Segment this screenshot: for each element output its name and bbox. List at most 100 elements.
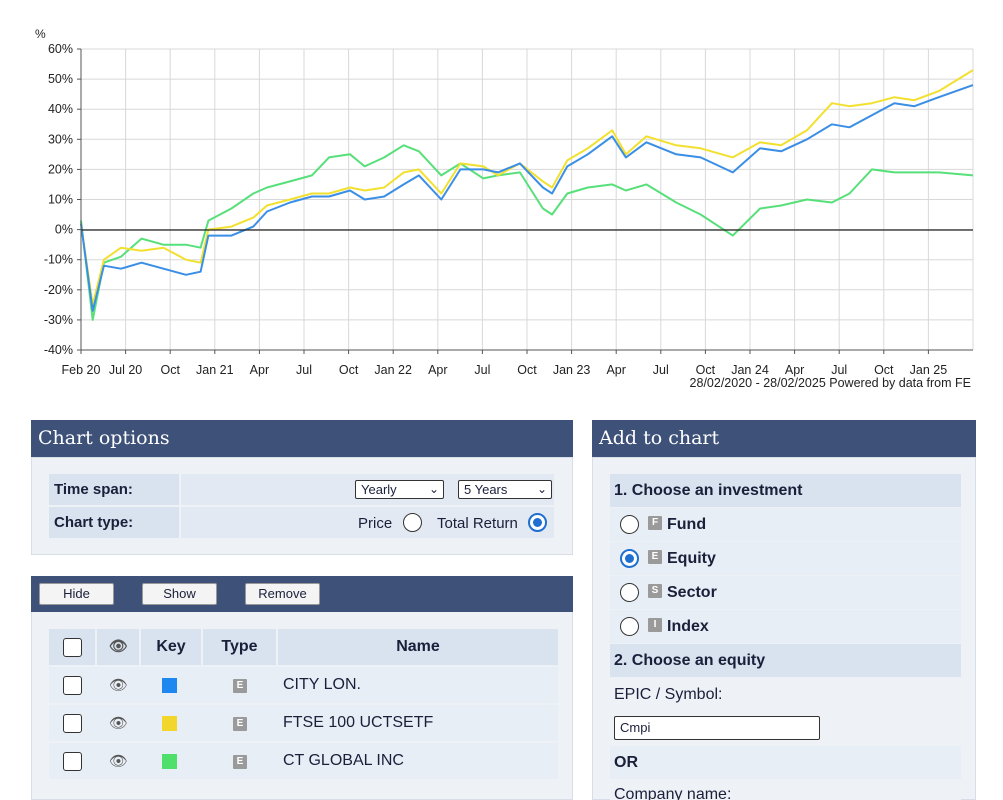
y-tick-label: 50% (48, 72, 73, 86)
index-type-badge: I (648, 618, 662, 632)
key-swatch (162, 754, 177, 769)
header-type: Type (203, 629, 276, 665)
table-row: 👁 E FTSE 100 UCTSETF (49, 705, 558, 741)
investment-option-index[interactable]: I Index (610, 610, 961, 643)
eye-icon[interactable]: 👁 (109, 676, 128, 694)
add-to-chart-panel: 1. Choose an investment F Fund E Equity … (592, 457, 976, 800)
row-checkbox[interactable] (63, 752, 82, 771)
x-tick-label: Jul (296, 363, 312, 377)
span-select[interactable]: 5 Years ⌄ (458, 480, 552, 499)
row-checkbox[interactable] (63, 714, 82, 733)
x-tick-label: Apr (428, 363, 447, 377)
chart-type-row: Chart type: Price Total Return (49, 507, 554, 538)
x-tick-label: Jul 20 (109, 363, 142, 377)
equity-type-badge: E (233, 755, 247, 769)
select-all-checkbox[interactable] (63, 638, 82, 657)
header-select-cell (49, 629, 95, 665)
equity-label: Equity (667, 550, 716, 567)
x-tick-label: Oct (696, 363, 716, 377)
hide-button[interactable]: Hide (39, 583, 114, 605)
symbol-input-value: Cmpi (620, 720, 651, 735)
y-tick-label: 0% (55, 223, 73, 237)
x-tick-label: Jul (831, 363, 847, 377)
equity-type-badge: E (648, 550, 662, 564)
step1-heading: 1. Choose an investment (610, 474, 961, 507)
chart-type-label: Chart type: (49, 507, 179, 538)
symbol-label: EPIC / Symbol: (614, 686, 723, 703)
symbol-input-row: Cmpi (610, 712, 961, 745)
equity-type-badge: E (233, 717, 247, 731)
time-span-label: Time span: (49, 474, 179, 505)
x-tick-label: Oct (874, 363, 894, 377)
x-tick-label: Jan 21 (196, 363, 234, 377)
or-row: OR (610, 746, 961, 779)
price-radio[interactable] (403, 513, 422, 532)
x-tick-label: Apr (606, 363, 625, 377)
x-tick-label: Apr (785, 363, 804, 377)
index-radio[interactable] (620, 617, 639, 636)
key-swatch (162, 678, 177, 693)
equity-radio[interactable] (620, 549, 639, 568)
y-tick-label: 60% (48, 42, 73, 56)
symbol-input[interactable]: Cmpi (614, 716, 820, 740)
x-tick-label: Apr (250, 363, 269, 377)
eye-icon[interactable]: 👁 (109, 714, 128, 732)
x-tick-label: Jan 23 (553, 363, 591, 377)
sector-radio[interactable] (620, 583, 639, 602)
price-label: Price (358, 515, 393, 532)
y-tick-label: -30% (44, 313, 73, 327)
chevron-down-icon: ⌄ (428, 482, 439, 496)
header-visibility-cell: 👁 (97, 629, 139, 665)
table-row: 👁 E CITY LON. (49, 667, 558, 703)
y-tick-label: -10% (44, 253, 73, 267)
total-return-radio[interactable] (528, 513, 547, 532)
performance-chart: % 60% 50% 40% 30% 20% 10% 0% -10% -20% -30% -40% F… (35, 27, 974, 390)
x-tick-label: Jul (474, 363, 490, 377)
eye-icon[interactable]: 👁 (109, 752, 128, 770)
row-checkbox[interactable] (63, 676, 82, 695)
span-select-value: 5 Years (464, 482, 508, 497)
key-swatch (162, 716, 177, 731)
x-tick-label: Oct (339, 363, 359, 377)
remove-button[interactable]: Remove (245, 583, 320, 605)
fund-label: Fund (667, 516, 707, 533)
fund-type-badge: F (648, 516, 662, 530)
x-tick-label: Jan 24 (731, 363, 769, 377)
fund-radio[interactable] (620, 515, 639, 534)
show-button[interactable]: Show (142, 583, 217, 605)
y-unit-label: % (35, 27, 46, 41)
x-tick-label: Jul (653, 363, 669, 377)
table-row: 👁 E CT GLOBAL INC (49, 743, 558, 779)
investment-name[interactable]: CT GLOBAL INC (283, 752, 404, 770)
chart-options-panel: Time span: Yearly ⌄ 5 Years ⌄ Chart type… (31, 457, 573, 555)
investment-name[interactable]: FTSE 100 UCTSETF (283, 714, 433, 732)
sector-type-badge: S (648, 584, 662, 598)
y-tick-label: 40% (48, 102, 73, 116)
chevron-down-icon: ⌄ (536, 482, 547, 496)
investment-option-fund[interactable]: F Fund (610, 508, 961, 541)
company-row: Company name: (610, 780, 961, 800)
investment-name[interactable]: CITY LON. (283, 676, 361, 694)
symbol-row: EPIC / Symbol: (610, 678, 961, 711)
or-label: OR (614, 754, 638, 771)
x-tick-label: Oct (517, 363, 537, 377)
investment-option-equity[interactable]: E Equity (610, 542, 961, 575)
interval-select-value: Yearly (361, 482, 397, 497)
y-tick-label: 30% (48, 132, 73, 146)
date-range-credit: 28/02/2020 - 28/02/2025 Powered by data … (690, 376, 971, 390)
step2-heading: 2. Choose an equity (610, 644, 961, 677)
equity-type-badge: E (233, 679, 247, 693)
x-tick-label: Jan 22 (374, 363, 412, 377)
total-return-label: Total Return (437, 515, 518, 532)
index-label: Index (667, 618, 709, 635)
interval-select[interactable]: Yearly ⌄ (355, 480, 444, 499)
list-toolbar: Hide Show Remove (31, 576, 573, 612)
y-tick-label: 10% (48, 193, 73, 207)
investment-option-sector[interactable]: S Sector (610, 576, 961, 609)
header-key: Key (141, 629, 201, 665)
chart-options-header: Chart options (31, 420, 573, 457)
investment-table-panel: 👁 Key Type Name 👁 E CITY LON. 👁 E FTSE 1… (31, 612, 573, 800)
y-tick-label: -40% (44, 343, 73, 357)
sector-label: Sector (667, 584, 717, 601)
x-tick-label: Feb 20 (62, 363, 101, 377)
